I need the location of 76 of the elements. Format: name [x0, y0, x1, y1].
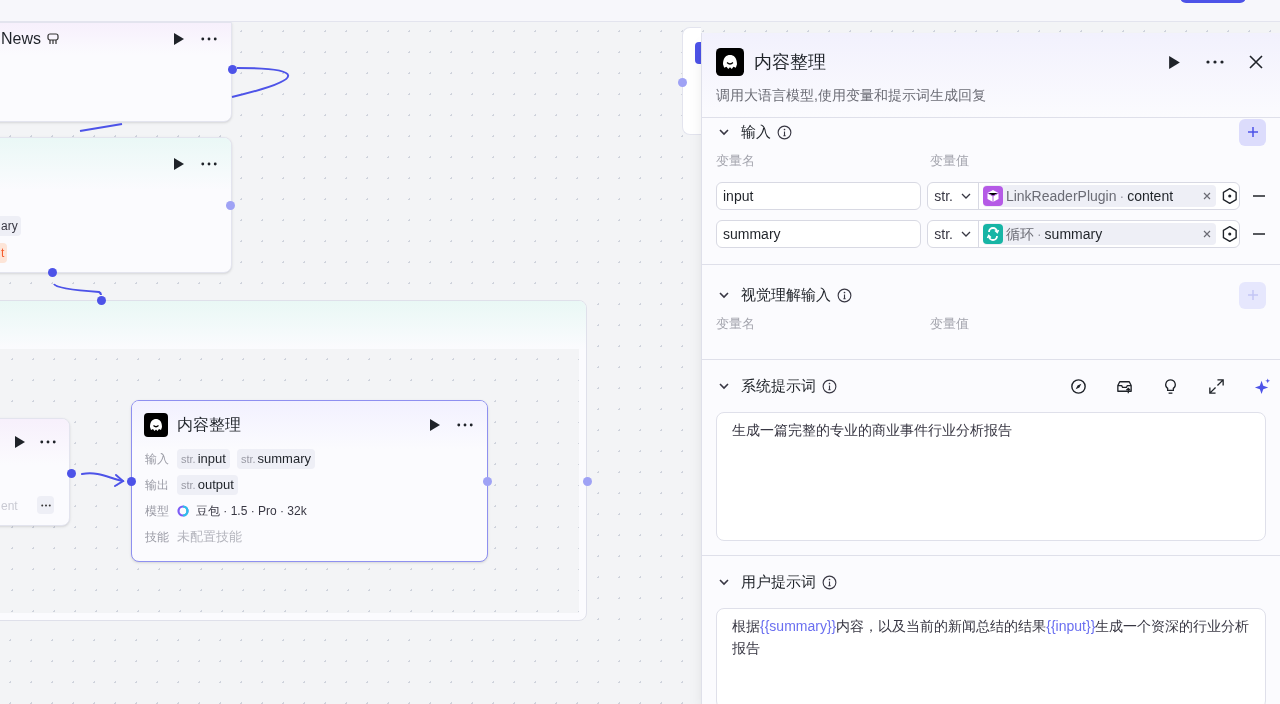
- variable-value-field[interactable]: str. 循环 · summary: [927, 220, 1241, 248]
- play-icon: [1167, 54, 1181, 70]
- plus-icon: [1246, 126, 1259, 138]
- type-select[interactable]: str.: [928, 221, 979, 247]
- node-card[interactable]: ary t: [0, 137, 232, 273]
- variable-tag: str.output: [177, 475, 238, 495]
- more-icon: [201, 37, 217, 41]
- node-card[interactable]: [682, 27, 701, 135]
- prompt-editor[interactable]: 生成一篇完整的专业的商业事件行业分析报告: [716, 412, 1266, 541]
- row-label: 输入: [145, 451, 170, 468]
- prompt-editor[interactable]: 根据{{summary}}内容，以及当前的新闻总结的结果{{input}}生成一个资深的行业分析报告: [716, 608, 1266, 704]
- minus-icon: [1253, 233, 1266, 235]
- column-header: 变量名: [716, 315, 756, 334]
- more-icon: [40, 503, 51, 507]
- section-title: 输入: [741, 121, 771, 142]
- more-icon: [457, 423, 473, 427]
- connector-arrow: [81, 472, 125, 487]
- sparkle-icon[interactable]: [1252, 376, 1272, 396]
- minus-icon: [1253, 195, 1266, 197]
- column-header: 变量名: [716, 152, 756, 171]
- panel-title: 内容整理: [754, 50, 826, 74]
- info-icon: [837, 287, 852, 303]
- more-icon: [40, 440, 56, 444]
- row-label: 输出: [145, 477, 170, 494]
- variable-value-field[interactable]: str. LinkReaderPlugin · content: [927, 182, 1241, 210]
- variable-tag: ary: [0, 216, 21, 236]
- expand-icon[interactable]: [1206, 376, 1226, 396]
- variable-name-field[interactable]: summary: [716, 220, 922, 248]
- more-icon: [1206, 60, 1224, 64]
- play-icon: [173, 157, 185, 171]
- section-title: 系统提示词: [741, 375, 816, 396]
- section-title: 用户提示词: [741, 571, 816, 592]
- info-icon: [822, 574, 837, 590]
- connector-line: [79, 123, 123, 132]
- plus-icon: [1246, 289, 1259, 301]
- column-header: 变量值: [930, 152, 969, 171]
- type-select[interactable]: str.: [928, 183, 979, 209]
- connector-line: [53, 283, 102, 296]
- plugin-icon: [47, 33, 59, 45]
- node-card[interactable]: News: [0, 22, 232, 122]
- clear-icon[interactable]: [1201, 191, 1212, 201]
- column-header: 变量值: [930, 315, 969, 334]
- prompt-text: 根据{{summary}}内容，以及当前的新闻总结的结果{{input}}生成一个资深的行业分析报告: [732, 617, 1250, 658]
- node-icon: [144, 413, 168, 437]
- node-title: News: [1, 29, 41, 49]
- variable-name-field[interactable]: input: [716, 182, 922, 210]
- add-button[interactable]: [1239, 118, 1266, 146]
- cube-icon: [982, 186, 1003, 206]
- variable-tag: str.input: [177, 449, 230, 469]
- prompt-text: 生成一篇完整的专业的商业事件行业分析报告: [732, 421, 1013, 440]
- compass-icon[interactable]: [1068, 376, 1088, 396]
- loop-icon: [982, 224, 1003, 244]
- play-icon: [173, 32, 185, 46]
- connector-line: [231, 67, 290, 98]
- info-icon: [777, 124, 792, 140]
- row-label: 技能: [145, 529, 170, 546]
- clear-icon[interactable]: [1201, 229, 1212, 239]
- play-icon: [429, 418, 441, 432]
- node-icon: [716, 48, 744, 76]
- play-button[interactable]: [13, 434, 27, 450]
- model-name: 豆包 · 1.5 · Pro · 32k: [196, 503, 307, 520]
- info-icon: [822, 378, 837, 394]
- model-icon: [177, 505, 189, 517]
- variable-tag: str.summary: [236, 449, 315, 469]
- more-icon: [201, 162, 217, 166]
- reference-tag[interactable]: 循环 · summary: [982, 223, 1216, 245]
- node-card[interactable]: 内容整理 输入 str.input str.summary 输出 str.output 模型 豆包 · 1.5 · Pro · 32k 技能 未配置技能: [131, 400, 488, 562]
- play-icon: [14, 435, 26, 449]
- reference-tag[interactable]: LinkReaderPlugin · content: [982, 185, 1216, 207]
- node-title: 内容整理: [177, 415, 241, 435]
- section-title: 视觉理解输入: [741, 284, 831, 305]
- close-icon: [1249, 55, 1263, 69]
- variable-tag: t: [0, 243, 8, 263]
- row-label: 模型: [145, 503, 170, 520]
- panel-description: 调用大语言模型,使用变量和提示词生成回复: [716, 86, 987, 105]
- empty-text: 未配置技能: [177, 528, 242, 547]
